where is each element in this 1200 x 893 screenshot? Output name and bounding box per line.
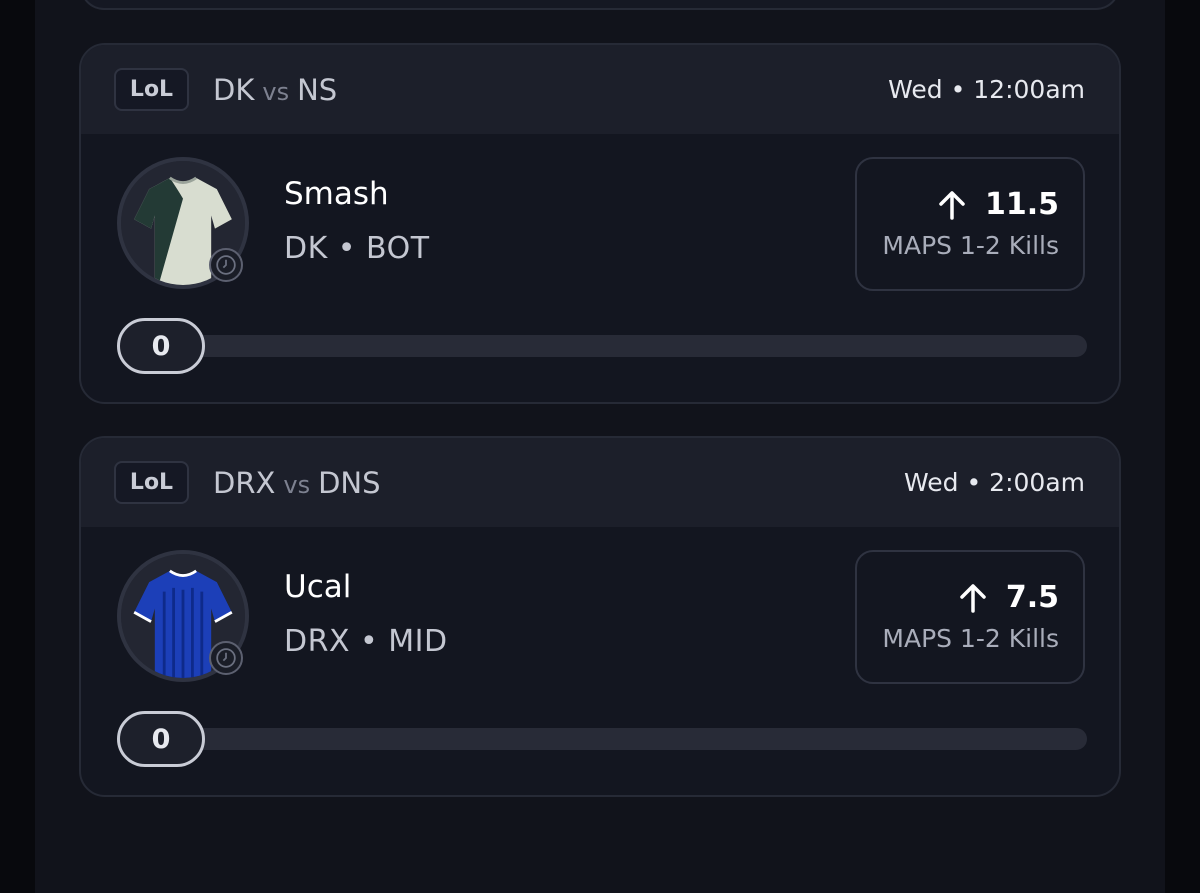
progress-track [117, 335, 1087, 357]
vs-label: vs [262, 77, 290, 106]
prop-line-box[interactable]: 7.5 MAPS 1-2 Kills [855, 550, 1085, 684]
matchup: DK vs NS [213, 73, 337, 107]
arrow-up-icon [937, 189, 967, 221]
team-home: DRX [213, 465, 276, 500]
prop-line: 11.5 [937, 187, 1059, 222]
card-header: LoL DK vs NS Wed • 12:00am [81, 45, 1119, 134]
previous-card[interactable] [80, 0, 1120, 10]
card-body: Smash DK • BOT 11.5 MAPS 1-2 Kills 0 [81, 134, 1119, 402]
projection-card[interactable]: LoL DK vs NS Wed • 12:00am Smash DK • BO… [79, 43, 1121, 404]
team-away: NS [297, 72, 338, 107]
game-time: Wed • 2:00am [904, 468, 1085, 497]
player-name: Smash [284, 176, 389, 212]
prop-line-box[interactable]: 11.5 MAPS 1-2 Kills [855, 157, 1085, 291]
game-badge: LoL [114, 461, 189, 504]
right-gutter [1165, 0, 1200, 893]
player-team-position: DK • BOT [284, 231, 430, 266]
progress-value-pill: 0 [117, 711, 205, 767]
game-time: Wed • 12:00am [888, 75, 1085, 104]
game-badge: LoL [114, 68, 189, 111]
stat-type: MAPS 1-2 Kills [882, 624, 1059, 653]
progress-value-pill: 0 [117, 318, 205, 374]
player-team-position: DRX • MID [284, 624, 448, 659]
team-home: DK [213, 72, 255, 107]
stat-type: MAPS 1-2 Kills [882, 231, 1059, 260]
line-value: 11.5 [984, 187, 1059, 222]
line-value: 7.5 [1005, 580, 1059, 615]
vs-label: vs [283, 470, 311, 499]
left-gutter [0, 0, 35, 893]
team-away: DNS [318, 465, 381, 500]
projection-card[interactable]: LoL DRX vs DNS Wed • 2:00am Ucal DRX • M… [79, 436, 1121, 797]
progress-track [117, 728, 1087, 750]
prop-line: 7.5 [958, 580, 1059, 615]
arrow-up-icon [958, 582, 988, 614]
card-header: LoL DRX vs DNS Wed • 2:00am [81, 438, 1119, 527]
player-name: Ucal [284, 569, 352, 605]
matchup: DRX vs DNS [213, 466, 381, 500]
card-body: Ucal DRX • MID 7.5 MAPS 1-2 Kills 0 [81, 527, 1119, 795]
clock-icon [209, 248, 243, 282]
clock-icon [209, 641, 243, 675]
